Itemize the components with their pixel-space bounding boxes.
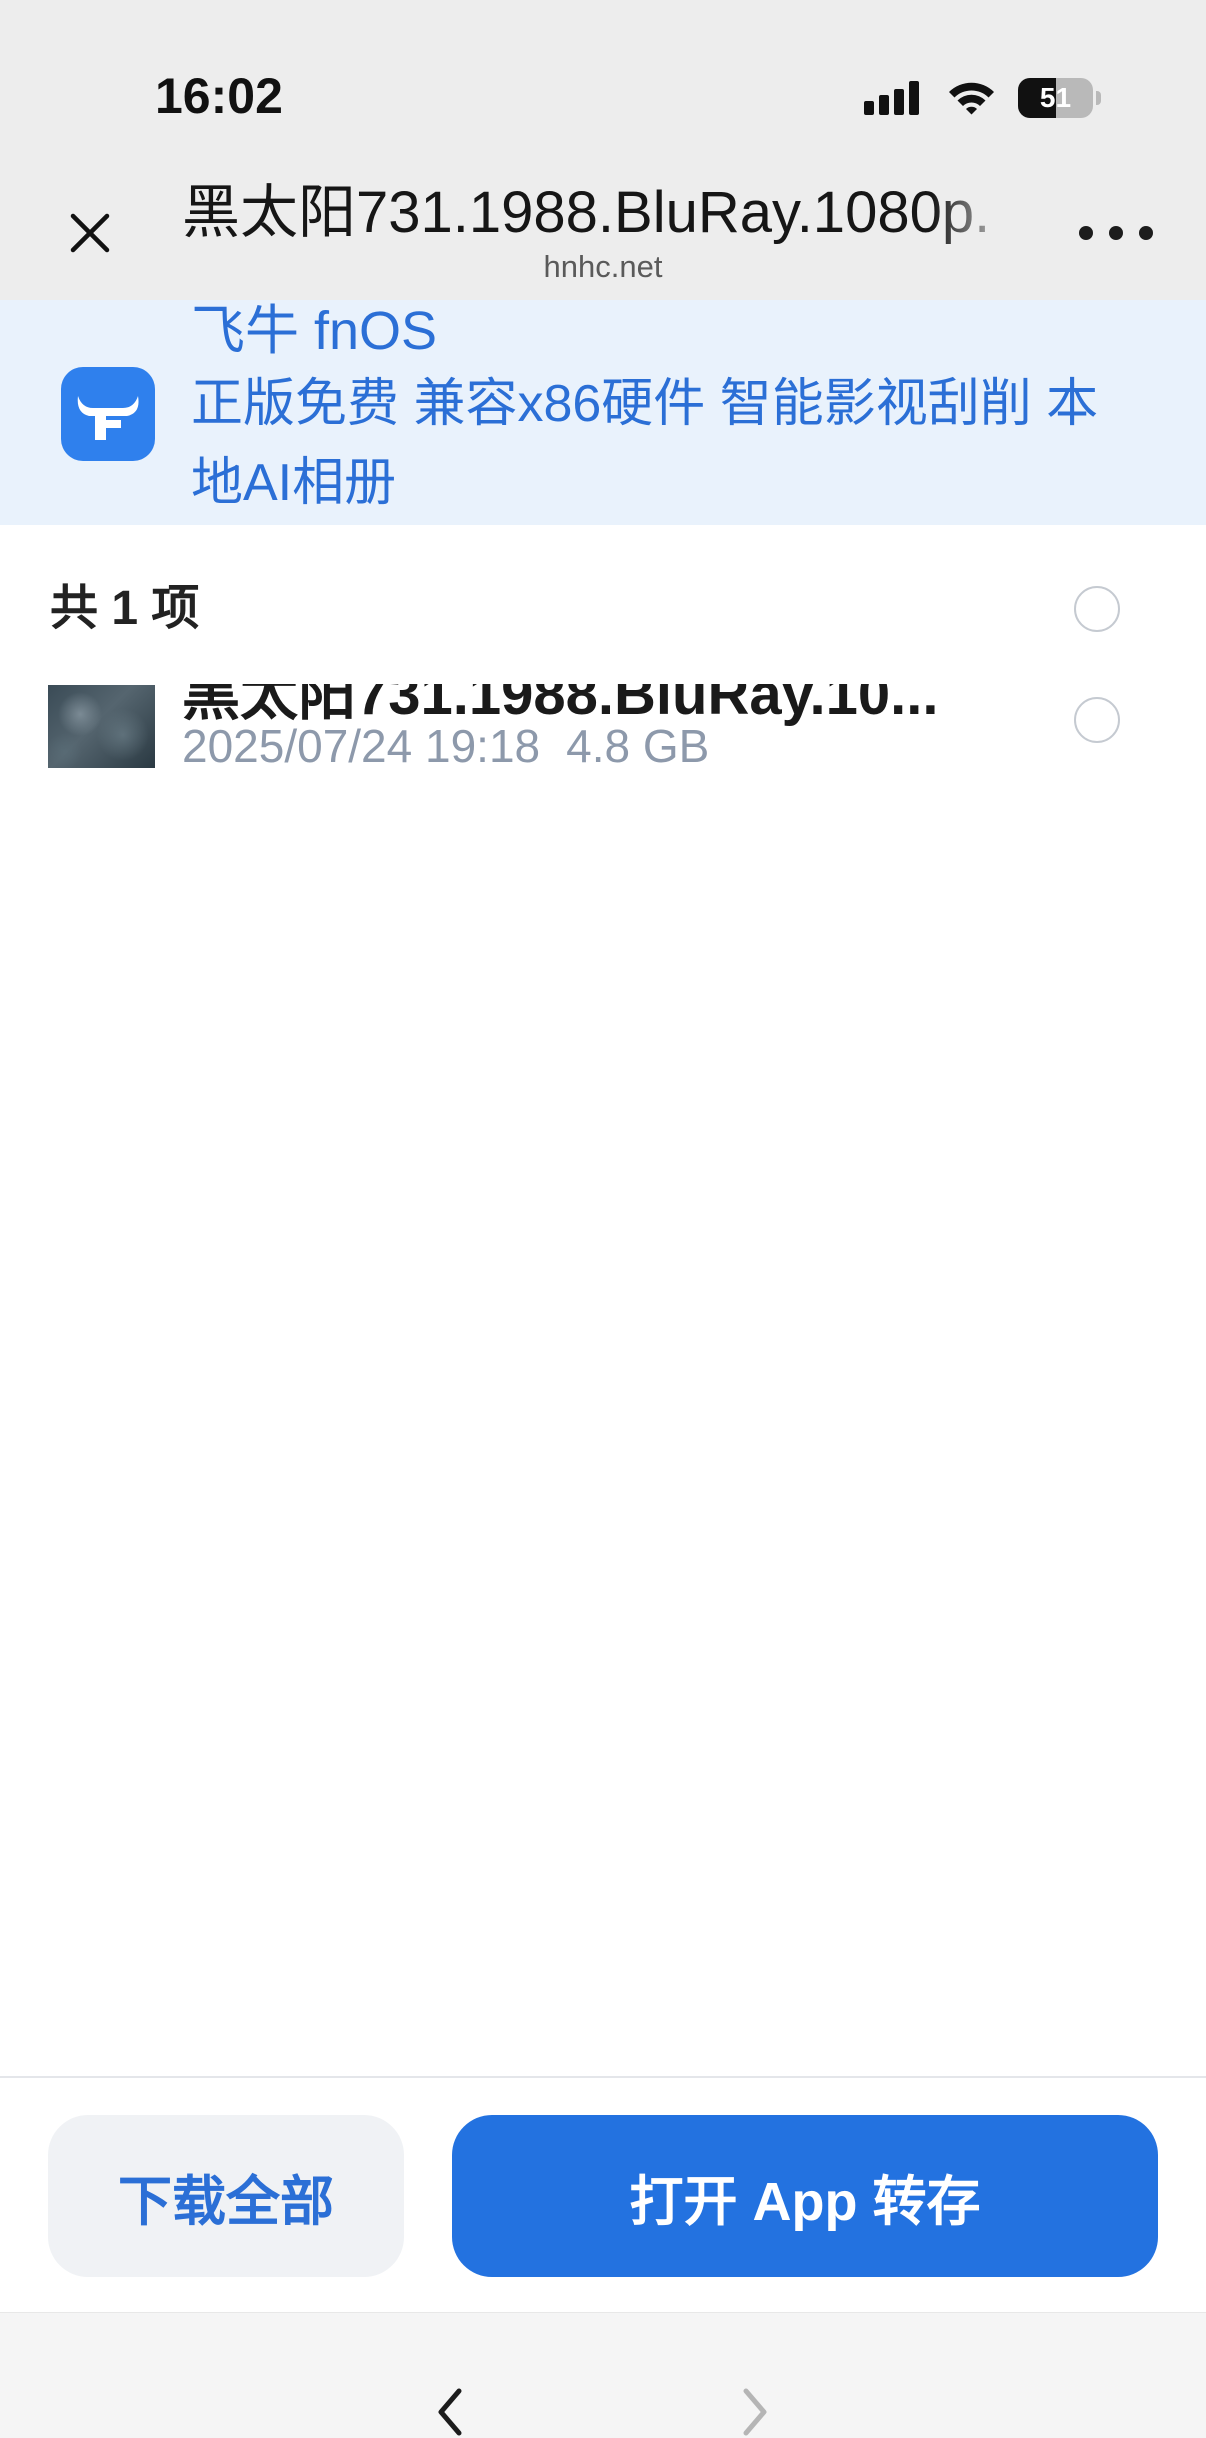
- file-thumbnail: [48, 685, 155, 768]
- wifi-icon: [949, 82, 994, 115]
- chevron-right-icon[interactable]: [734, 2387, 774, 2437]
- status-time: 16:02: [155, 68, 283, 124]
- more-dot: [1079, 226, 1093, 240]
- page-title: 黑太阳731.1988.BluRay.1080p.: [182, 181, 1022, 245]
- fnos-logo-icon: [61, 367, 155, 461]
- banner-app-name: 飞牛 fnOS: [191, 301, 438, 361]
- more-dot: [1139, 226, 1153, 240]
- promo-banner[interactable]: 飞牛 fnOS 正版免费 兼容x86硬件 智能影视刮削 本地AI相册: [0, 300, 1206, 525]
- file-list: 黑太阳731.1988.BluRay.10... 2025/07/24 19:1…: [0, 684, 1206, 806]
- file-date: 2025/07/24 19:18: [182, 720, 541, 772]
- file-meta: 2025/07/24 19:18 4.8 GB: [182, 718, 709, 774]
- battery-level-label: 51: [1039, 82, 1072, 113]
- more-options-button[interactable]: [1070, 213, 1162, 253]
- item-count-label: 共 1 项: [50, 582, 200, 635]
- browser-bottom-bar: [0, 2312, 1206, 2438]
- action-divider: [0, 2076, 1206, 2078]
- list-item[interactable]: 黑太阳731.1988.BluRay.10... 2025/07/24 19:1…: [0, 684, 1206, 806]
- fnos-logo-glyph: [77, 396, 139, 440]
- battery-body: 51: [1018, 78, 1093, 118]
- battery-nub: [1096, 91, 1101, 105]
- download-all-button[interactable]: 下载全部: [48, 2115, 404, 2277]
- file-select-radio[interactable]: [1074, 697, 1120, 743]
- top-chrome: 16:02 51 黑太阳731.1988.BluRay.1080p. hnhc.…: [0, 0, 1206, 300]
- banner-description: 正版免费 兼容x86硬件 智能影视刮削 本地AI相册: [191, 375, 1099, 512]
- battery-icon: 51: [1018, 78, 1102, 118]
- select-all-radio[interactable]: [1074, 586, 1120, 632]
- page-domain: hnhc.net: [543, 249, 663, 284]
- file-size: 4.8 GB: [566, 720, 710, 772]
- cellular-signal-icon: [864, 81, 919, 115]
- more-dot: [1109, 226, 1123, 240]
- chevron-left-icon[interactable]: [431, 2387, 471, 2437]
- open-app-save-button[interactable]: 打开 App 转存: [452, 2115, 1158, 2277]
